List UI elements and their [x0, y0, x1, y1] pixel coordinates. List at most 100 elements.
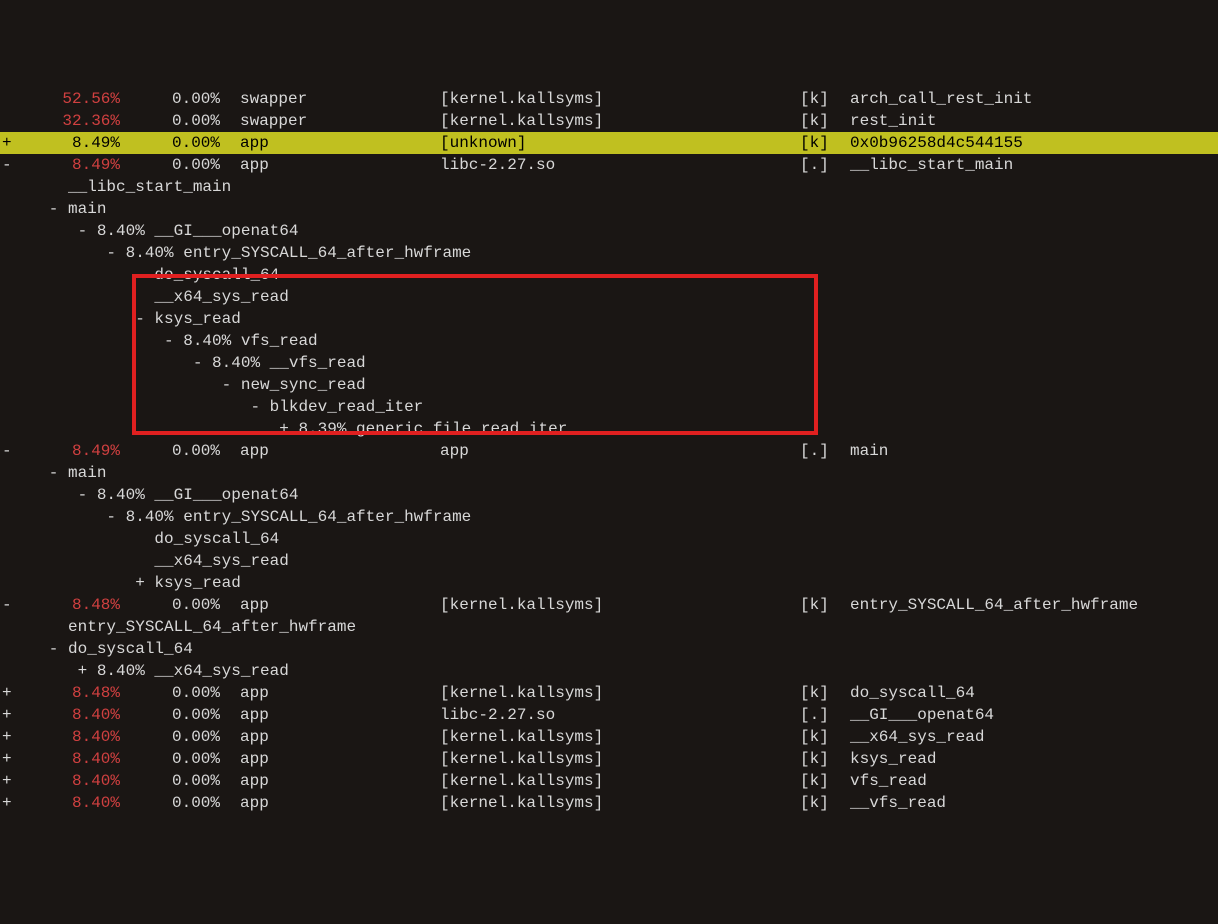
perf-entry-row[interactable]: +8.40%0.00% applibc-2.27.so[.]__GI___ope…: [0, 704, 1218, 726]
perf-tree-row[interactable]: - main: [0, 462, 1218, 484]
perf-tree-row[interactable]: - 8.40% vfs_read: [0, 330, 1218, 352]
prefix: +: [0, 726, 20, 748]
perf-tree-row[interactable]: entry_SYSCALL_64_after_hwframe: [0, 616, 1218, 638]
dso: [kernel.kallsyms]: [440, 792, 800, 814]
perf-entry-row[interactable]: +8.48%0.00% app[kernel.kallsyms][k]do_sy…: [0, 682, 1218, 704]
tree-text: - 8.40% entry_SYSCALL_64_after_hwframe: [0, 506, 471, 528]
tree-text: - 8.40% entry_SYSCALL_64_after_hwframe: [0, 242, 471, 264]
perf-entry-row[interactable]: -8.48%0.00% app[kernel.kallsyms][k]entry…: [0, 594, 1218, 616]
perf-tree-row[interactable]: __x64_sys_read: [0, 550, 1218, 572]
tree-text: - 8.40% __GI___openat64: [0, 220, 298, 242]
sym: do_syscall_64: [850, 682, 1218, 704]
tree-text: - main: [0, 198, 106, 220]
perf-entry-row[interactable]: -8.49%0.00% appapp[.]main: [0, 440, 1218, 462]
sym: __x64_sys_read: [850, 726, 1218, 748]
perf-tree-row[interactable]: + 8.40% __x64_sys_read: [0, 660, 1218, 682]
perf-tree-row[interactable]: - do_syscall_64: [0, 638, 1218, 660]
prefix: +: [0, 770, 20, 792]
sym: 0x0b96258d4c544155: [850, 132, 1218, 154]
perf-tree-row[interactable]: - 8.40% entry_SYSCALL_64_after_hwframe: [0, 506, 1218, 528]
tree-text: + ksys_read: [0, 572, 241, 594]
perf-tree-row[interactable]: __x64_sys_read: [0, 286, 1218, 308]
tree-text: __libc_start_main: [0, 176, 231, 198]
comm: app: [240, 770, 440, 792]
perf-entry-row[interactable]: 32.36%0.00% swapper[kernel.kallsyms][k]r…: [0, 110, 1218, 132]
children: 0.00%: [120, 792, 220, 814]
perf-entry-row[interactable]: +8.40%0.00% app[kernel.kallsyms][k]__vfs…: [0, 792, 1218, 814]
comm: app: [240, 704, 440, 726]
dso: [kernel.kallsyms]: [440, 748, 800, 770]
prefix: +: [0, 704, 20, 726]
sym-pre: [.]: [800, 154, 850, 176]
tree-text: - 8.40% __GI___openat64: [0, 484, 298, 506]
sym: arch_call_rest_init: [850, 88, 1218, 110]
tree-text: - blkdev_read_iter: [0, 396, 423, 418]
sym-pre: [k]: [800, 110, 850, 132]
perf-entry-row[interactable]: -8.49%0.00% applibc-2.27.so[.]__libc_sta…: [0, 154, 1218, 176]
perf-entry-row[interactable]: +8.40%0.00% app[kernel.kallsyms][k]ksys_…: [0, 748, 1218, 770]
dso: libc-2.27.so: [440, 704, 800, 726]
tree-text: - 8.40% __vfs_read: [0, 352, 366, 374]
perf-tree-row[interactable]: do_syscall_64: [0, 528, 1218, 550]
dso: [kernel.kallsyms]: [440, 770, 800, 792]
perf-tree-row[interactable]: + 8.39% generic_file_read_iter: [0, 418, 1218, 440]
overhead: 8.40%: [20, 748, 120, 770]
perf-tree-row[interactable]: - 8.40% entry_SYSCALL_64_after_hwframe: [0, 242, 1218, 264]
sym: entry_SYSCALL_64_after_hwframe: [850, 594, 1218, 616]
children: 0.00%: [120, 110, 220, 132]
comm: app: [240, 748, 440, 770]
perf-tree-row[interactable]: - main: [0, 198, 1218, 220]
overhead: 8.40%: [20, 726, 120, 748]
dso: [kernel.kallsyms]: [440, 682, 800, 704]
tree-text: + 8.40% __x64_sys_read: [0, 660, 289, 682]
overhead: 8.40%: [20, 770, 120, 792]
sym-pre: [k]: [800, 792, 850, 814]
perf-tree-row[interactable]: - blkdev_read_iter: [0, 396, 1218, 418]
children: 0.00%: [120, 88, 220, 110]
sym: __vfs_read: [850, 792, 1218, 814]
tree-text: + 8.39% generic_file_read_iter: [0, 418, 567, 440]
prefix: -: [0, 440, 20, 462]
dso: [kernel.kallsyms]: [440, 594, 800, 616]
comm: app: [240, 132, 440, 154]
overhead: 8.48%: [20, 594, 120, 616]
sym: __libc_start_main: [850, 154, 1218, 176]
prefix: +: [0, 792, 20, 814]
perf-tree-row[interactable]: - 8.40% __GI___openat64: [0, 484, 1218, 506]
comm: app: [240, 154, 440, 176]
perf-entry-row[interactable]: +8.49%0.00% app[unknown][k]0x0b96258d4c5…: [0, 132, 1218, 154]
children: 0.00%: [120, 726, 220, 748]
perf-entry-row[interactable]: +8.40%0.00% app[kernel.kallsyms][k]__x64…: [0, 726, 1218, 748]
prefix: -: [0, 154, 20, 176]
sym-pre: [k]: [800, 88, 850, 110]
tree-text: - 8.40% vfs_read: [0, 330, 318, 352]
tree-text: - do_syscall_64: [0, 638, 193, 660]
perf-tree-row[interactable]: + ksys_read: [0, 572, 1218, 594]
sym-pre: [k]: [800, 726, 850, 748]
children: 0.00%: [120, 440, 220, 462]
perf-tree-row[interactable]: - 8.40% __GI___openat64: [0, 220, 1218, 242]
tree-text: do_syscall_64: [0, 264, 279, 286]
sym-pre: [k]: [800, 594, 850, 616]
children: 0.00%: [120, 154, 220, 176]
perf-entry-row[interactable]: 52.56%0.00% swapper[kernel.kallsyms][k]a…: [0, 88, 1218, 110]
perf-tree-row[interactable]: - ksys_read: [0, 308, 1218, 330]
perf-tree-row[interactable]: - new_sync_read: [0, 374, 1218, 396]
sym: ksys_read: [850, 748, 1218, 770]
prefix: -: [0, 594, 20, 616]
sym-pre: [k]: [800, 682, 850, 704]
perf-entry-row[interactable]: +8.40%0.00% app[kernel.kallsyms][k]vfs_r…: [0, 770, 1218, 792]
dso: app: [440, 440, 800, 462]
dso: [kernel.kallsyms]: [440, 110, 800, 132]
sym-pre: [.]: [800, 440, 850, 462]
sym-pre: [k]: [800, 132, 850, 154]
tree-text: __x64_sys_read: [0, 286, 289, 308]
sym: __GI___openat64: [850, 704, 1218, 726]
sym: main: [850, 440, 1218, 462]
children: 0.00%: [120, 594, 220, 616]
perf-tree-row[interactable]: __libc_start_main: [0, 176, 1218, 198]
perf-tree-row[interactable]: do_syscall_64: [0, 264, 1218, 286]
overhead: 8.40%: [20, 792, 120, 814]
overhead: 8.40%: [20, 704, 120, 726]
perf-tree-row[interactable]: - 8.40% __vfs_read: [0, 352, 1218, 374]
